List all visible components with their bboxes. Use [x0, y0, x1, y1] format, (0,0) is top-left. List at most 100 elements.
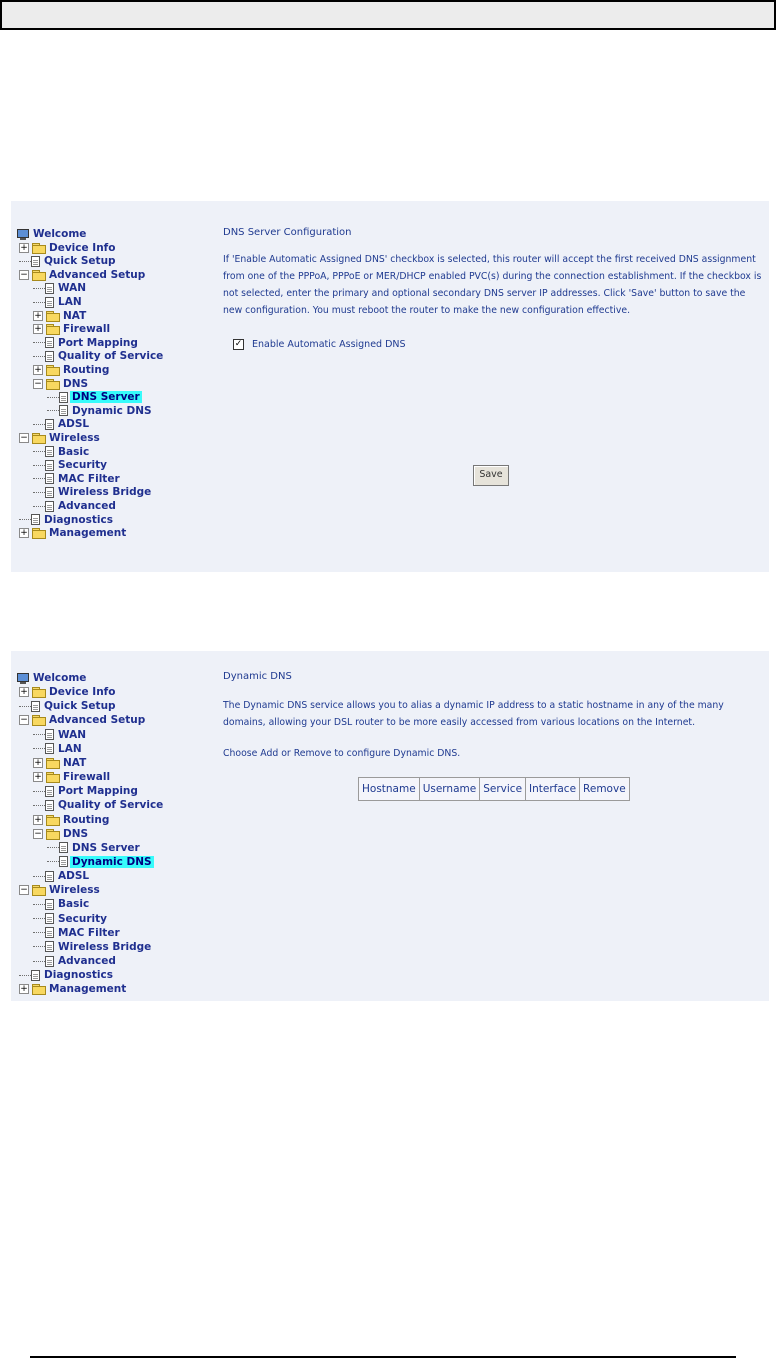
sidebar-item-dns-server[interactable]: DNS Server [47, 841, 142, 855]
sidebar-item-wireless-bridge[interactable]: Wireless Bridge [33, 940, 153, 954]
sidebar-item-dynamic-dns[interactable]: Dynamic DNS [47, 855, 154, 869]
auto-dns-checkbox[interactable]: ✓ [233, 339, 244, 350]
expand-icon[interactable]: + [19, 984, 29, 995]
page-icon [45, 282, 54, 294]
sidebar-item-mac-filter[interactable]: MAC Filter [33, 472, 122, 486]
expand-icon[interactable]: + [19, 242, 29, 253]
expand-icon[interactable]: + [33, 814, 43, 825]
sidebar-item-management[interactable]: + Management [19, 982, 128, 996]
sidebar-item-label: Welcome [33, 228, 87, 240]
sidebar-item-dynamic-dns[interactable]: Dynamic DNS [47, 404, 154, 418]
sidebar-item-management[interactable]: + Management [19, 526, 128, 540]
sidebar-item-label: Dynamic DNS [70, 855, 154, 868]
sidebar-item-lan[interactable]: LAN [33, 295, 84, 309]
sidebar-item-dns-server[interactable]: DNS Server [47, 390, 142, 404]
sidebar-item-port-mapping[interactable]: Port Mapping [33, 784, 140, 798]
folder-open-icon [32, 433, 46, 444]
expand-icon[interactable]: + [33, 365, 43, 375]
sidebar-item-routing[interactable]: + Routing [33, 813, 111, 827]
col-username: Username [418, 777, 481, 801]
sidebar-item-dns[interactable]: − DNS [33, 377, 90, 391]
expand-icon[interactable]: + [33, 757, 43, 768]
tree-connector [33, 464, 45, 466]
expand-icon[interactable]: + [19, 528, 29, 539]
sidebar-item-advanced-setup[interactable]: − Advanced Setup [19, 713, 147, 727]
sidebar-item-label: Port Mapping [58, 785, 138, 798]
expand-icon[interactable]: + [19, 687, 29, 698]
folder-open-icon [32, 269, 46, 281]
sidebar-item-welcome[interactable]: Welcome [17, 227, 88, 241]
folder-icon [46, 772, 60, 784]
sidebar-item-diagnostics[interactable]: Diagnostics [19, 513, 115, 527]
sidebar-item-device-info[interactable]: + Device Info [19, 685, 117, 699]
sidebar-item-quick-setup[interactable]: Quick Setup [19, 254, 118, 268]
ddns-instruction: Choose Add or Remove to configure Dynami… [223, 748, 461, 759]
sidebar-item-routing[interactable]: + Routing [33, 363, 111, 377]
tree-connector [47, 861, 59, 863]
sidebar-item-adsl[interactable]: ADSL [33, 417, 91, 431]
sidebar-item-nat[interactable]: + NAT [33, 309, 88, 323]
page-icon [45, 913, 54, 925]
sidebar-item-lan[interactable]: LAN [33, 742, 84, 756]
sidebar-item-quick-setup[interactable]: Quick Setup [19, 699, 118, 713]
tree-connector [33, 918, 45, 920]
sidebar-item-dns[interactable]: − DNS [33, 827, 90, 841]
tree-connector [33, 451, 45, 453]
ddns-table: Hostname Username Service Interface Remo… [358, 777, 630, 801]
sidebar-item-mac-filter[interactable]: MAC Filter [33, 926, 122, 940]
sidebar-item-port-mapping[interactable]: Port Mapping [33, 336, 140, 350]
tree-connector [33, 875, 45, 877]
expand-icon[interactable]: + [33, 324, 43, 335]
collapse-icon[interactable]: − [19, 885, 29, 896]
sidebar-item-security[interactable]: Security [33, 912, 109, 926]
sidebar-item-label: ADSL [58, 870, 90, 883]
tree-connector [33, 287, 45, 289]
collapse-icon[interactable]: − [19, 715, 29, 726]
sidebar-item-basic[interactable]: Basic [33, 897, 91, 911]
sidebar-item-security[interactable]: Security [33, 458, 109, 472]
tree-connector [19, 260, 31, 262]
page-icon [45, 473, 54, 485]
sidebar-item-advanced-setup[interactable]: − Advanced Setup [19, 268, 147, 282]
sidebar-item-wan[interactable]: WAN [33, 728, 88, 742]
collapse-icon[interactable]: − [33, 378, 43, 389]
sidebar-item-wireless[interactable]: − Wireless [19, 883, 102, 897]
folder-open-icon [46, 378, 60, 390]
sidebar-item-diagnostics[interactable]: Diagnostics [19, 968, 115, 982]
sidebar-item-label: Device Info [49, 686, 116, 699]
auto-dns-row[interactable]: ✓ Enable Automatic Assigned DNS [233, 339, 406, 350]
tree-connector [33, 804, 45, 806]
collapse-icon[interactable]: − [19, 433, 29, 443]
dns-description: If 'Enable Automatic Assigned DNS' check… [223, 254, 762, 316]
save-button[interactable]: Save [473, 465, 509, 486]
sidebar-item-wan[interactable]: WAN [33, 281, 88, 295]
sidebar-item-firewall[interactable]: + Firewall [33, 770, 112, 784]
sidebar-item-quality-of-service[interactable]: Quality of Service [33, 798, 165, 812]
sidebar-item-advanced[interactable]: Advanced [33, 499, 118, 513]
sidebar-item-welcome[interactable]: Welcome [17, 671, 88, 685]
sidebar-item-quality-of-service[interactable]: Quality of Service [33, 349, 165, 363]
expand-icon[interactable]: + [33, 310, 43, 321]
page-title: Dynamic DNS [223, 671, 292, 682]
sidebar-item-basic[interactable]: Basic [33, 445, 91, 459]
sidebar-item-adsl[interactable]: ADSL [33, 869, 91, 883]
page-icon [45, 743, 54, 755]
sidebar-item-nat[interactable]: + NAT [33, 756, 88, 770]
sidebar-item-label: ADSL [58, 418, 90, 431]
expand-icon[interactable]: + [33, 772, 43, 783]
sidebar-item-firewall[interactable]: + Firewall [33, 322, 112, 336]
ddns-description: The Dynamic DNS service allows you to al… [223, 700, 724, 728]
folder-icon [46, 310, 60, 322]
sidebar-item-label: DNS [63, 827, 89, 840]
sidebar-item-label: LAN [58, 296, 82, 308]
collapse-icon[interactable]: − [33, 828, 43, 839]
sidebar-item-advanced[interactable]: Advanced [33, 954, 118, 968]
collapse-icon[interactable]: − [19, 269, 29, 280]
tree-connector [47, 847, 59, 849]
sidebar-item-label: WAN [58, 282, 87, 295]
tree-connector [33, 342, 45, 344]
sidebar-item-wireless[interactable]: − Wireless [19, 431, 102, 445]
sidebar-item-wireless-bridge[interactable]: Wireless Bridge [33, 485, 153, 499]
sidebar-item-device-info[interactable]: + Device Info [19, 241, 117, 255]
page-icon [45, 486, 54, 498]
